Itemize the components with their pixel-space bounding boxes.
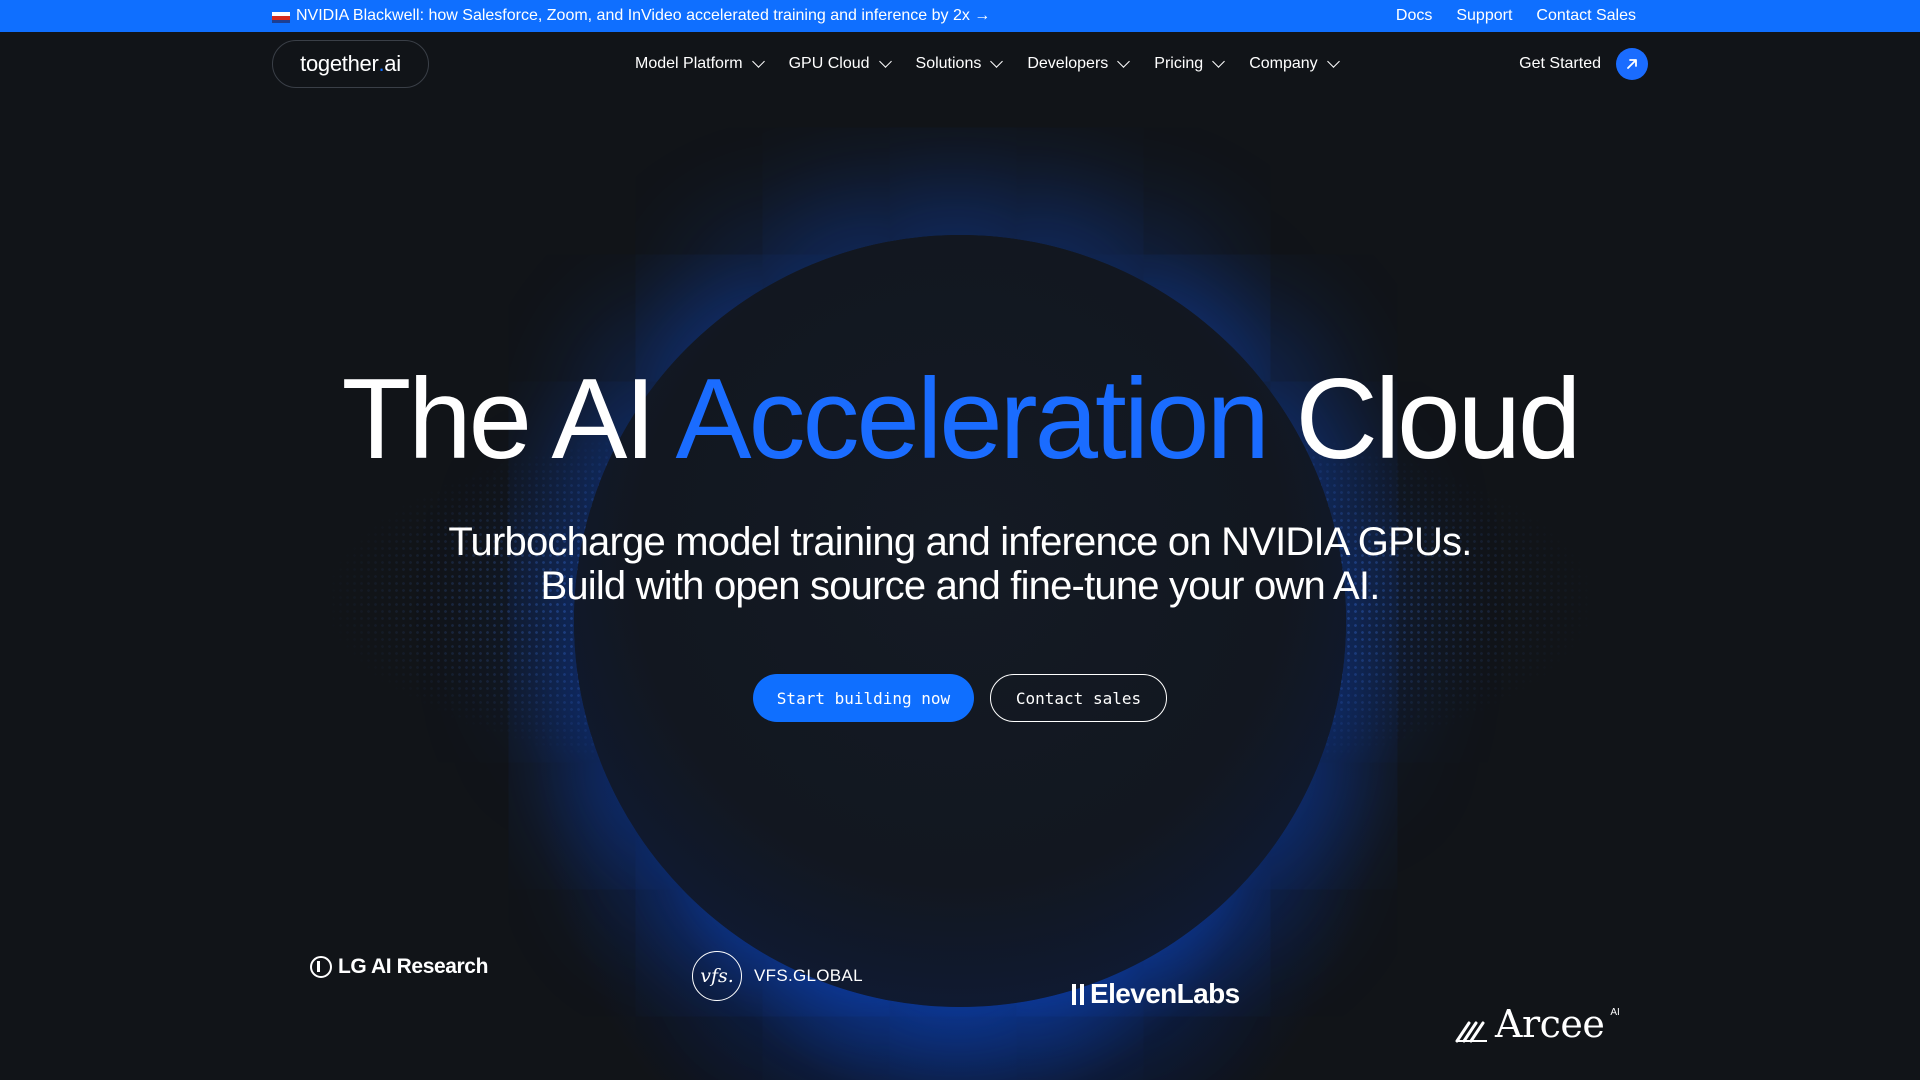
start-building-button[interactable]: Start building now [753, 674, 974, 722]
lg-icon [310, 956, 332, 978]
chevron-down-icon [990, 55, 1004, 68]
vfs-global-logo: vfs. VFS.GLOBAL [692, 951, 863, 1001]
nav-item-pricing[interactable]: Pricing [1154, 55, 1226, 73]
hero-subtitle-line-2: Build with open source and fine-tune you… [540, 564, 1380, 608]
nav-item-label: GPU Cloud [788, 55, 870, 72]
hero-title: The AI Acceleration Cloud [0, 355, 1920, 485]
chevron-down-icon [751, 55, 765, 68]
docs-link[interactable]: Docs [1396, 7, 1432, 25]
nav-item-label: Developers [1027, 55, 1109, 72]
arcee-ai-logo: Arcee AI [1455, 1005, 1620, 1043]
main-nav: together. ai Model Platform GPU Cloud Sol… [0, 32, 1920, 96]
announcement-link[interactable]: NVIDIA Blackwell: how Salesforce, Zoom, … [272, 0, 990, 32]
vfs-logo-text: VFS.GLOBAL [754, 966, 863, 985]
nav-item-label: Solutions [915, 55, 982, 72]
elevenlabs-logo: ElevenLabs [1072, 978, 1240, 1010]
nav-item-label: Model Platform [635, 55, 743, 72]
get-started-button[interactable]: Get Started [1519, 48, 1648, 80]
nav-menu: Model Platform GPU Cloud Solutions Devel… [635, 32, 1340, 96]
arrow-up-right-icon [1616, 48, 1648, 80]
nav-item-solutions[interactable]: Solutions [915, 55, 1004, 73]
nav-item-developers[interactable]: Developers [1027, 55, 1131, 73]
get-started-label: Get Started [1519, 55, 1601, 72]
chevron-down-icon [1117, 55, 1131, 68]
elevenlabs-bars-icon [1072, 983, 1084, 1005]
support-link[interactable]: Support [1456, 7, 1512, 25]
chevron-down-icon [878, 55, 892, 68]
nav-item-label: Company [1249, 55, 1318, 72]
announcement-text: NVIDIA Blackwell: how Salesforce, Zoom, … [296, 7, 991, 24]
nav-item-company[interactable]: Company [1249, 55, 1340, 73]
hero-title-pre: The AI [341, 356, 676, 483]
logo-text: together [300, 51, 379, 76]
chevron-down-icon [1212, 55, 1226, 68]
contact-sales-button[interactable]: Contact sales [990, 674, 1167, 722]
vfs-mark-icon: vfs. [692, 951, 742, 1001]
nav-item-gpu-cloud[interactable]: GPU Cloud [788, 55, 892, 73]
flag-icon [272, 12, 290, 23]
nav-item-model-platform[interactable]: Model Platform [635, 55, 765, 73]
elevenlabs-logo-text: ElevenLabs [1090, 978, 1240, 1009]
arcee-mark-icon [1455, 1021, 1487, 1043]
contact-sales-link[interactable]: Contact Sales [1536, 7, 1636, 25]
announcement-bar: NVIDIA Blackwell: how Salesforce, Zoom, … [0, 0, 1920, 32]
hero-subtitle: Turbocharge model training and inference… [0, 520, 1920, 608]
together-ai-logo[interactable]: together. ai [272, 40, 429, 88]
chevron-down-icon [1326, 55, 1340, 68]
hero-title-post: Cloud [1266, 356, 1582, 483]
utility-links: Docs Support Contact Sales [1396, 0, 1636, 32]
hero-subtitle-line-1: Turbocharge model training and inference… [448, 520, 1472, 564]
logo-suffix: ai [384, 51, 401, 76]
lg-logo-text: LG AI Research [338, 955, 489, 978]
hero-sphere [574, 235, 1346, 1007]
nav-item-label: Pricing [1154, 55, 1204, 72]
arcee-logo-sup: AI [1610, 1007, 1620, 1018]
lg-ai-research-logo: LG AI Research [310, 955, 488, 979]
hero-title-accent: Acceleration [675, 356, 1270, 483]
arcee-logo-text: Arcee [1495, 1002, 1605, 1046]
